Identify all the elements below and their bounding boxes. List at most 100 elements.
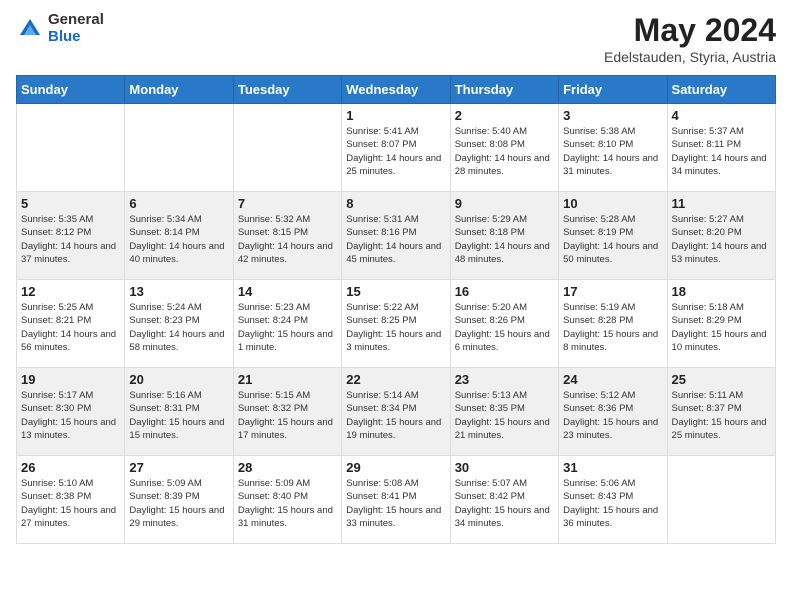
sunset-text: Sunset: 8:31 PM	[129, 403, 199, 414]
sunset-text: Sunset: 8:08 PM	[455, 139, 525, 150]
day-cell: 28 Sunrise: 5:09 AM Sunset: 8:40 PM Dayligh…	[233, 456, 341, 544]
day-cell: 11Sunrise: 5:27 AMSunset: 8:20 PMDayligh…	[667, 192, 775, 280]
day-info: Sunrise: 5:35 AMSunset: 8:12 PMDaylight:…	[21, 213, 120, 266]
day-info: Sunrise: 5:06 AMSunset: 8:43 PMDaylight:…	[563, 477, 662, 530]
sunset-text: Sunset: 8:30 PM	[21, 403, 91, 414]
daylight-text: Daylight: 15 hours and 6 minutes.	[455, 329, 550, 353]
day-info: Sunrise: 5:08 AMSunset: 8:41 PMDaylight:…	[346, 477, 445, 530]
sunrise-text: Sunrise: 5:13 AM	[455, 390, 527, 401]
sunset-text: Sunset: 8:37 PM	[672, 403, 742, 414]
day-info: Sunrise: 5:12 AMSunset: 8:36 PMDaylight:…	[563, 389, 662, 442]
day-cell: 21 Sunrise: 5:15 AMSunset: 8:32 PMDayligh…	[233, 368, 341, 456]
sunrise-text: Sunrise: 5:14 AM	[346, 390, 418, 401]
sunrise-text: Sunrise: 5:37 AM	[672, 126, 744, 137]
sunset-text: Sunset: 8:25 PM	[346, 315, 416, 326]
sunrise-text: Sunrise: 5:40 AM	[455, 126, 527, 137]
week-row-4: 26Sunrise: 5:10 AMSunset: 8:38 PMDayligh…	[17, 456, 776, 544]
daylight-text: Daylight: 15 hours and 36 minutes.	[563, 505, 658, 529]
daylight-text: Daylight: 15 hours and 10 minutes.	[672, 329, 767, 353]
day-cell: 6Sunrise: 5:34 AMSunset: 8:14 PMDaylight…	[125, 192, 233, 280]
sunrise-text: Sunrise: 5:24 AM	[129, 302, 201, 313]
sunset-text: Sunset: 8:35 PM	[455, 403, 525, 414]
day-info: Sunrise: 5:41 AMSunset: 8:07 PMDaylight:…	[346, 125, 445, 178]
header: General Blue May 2024 Edelstauden, Styri…	[16, 12, 776, 65]
col-monday: Monday	[125, 76, 233, 104]
daylight-text: Daylight: 14 hours and 50 minutes.	[563, 241, 658, 265]
day-cell: 4Sunrise: 5:37 AMSunset: 8:11 PMDaylight…	[667, 104, 775, 192]
day-number: 9	[455, 196, 554, 211]
day-cell: 25Sunrise: 5:11 AMSunset: 8:37 PMDayligh…	[667, 368, 775, 456]
day-cell: 19Sunrise: 5:17 AMSunset: 8:30 PMDayligh…	[17, 368, 125, 456]
day-cell: 7Sunrise: 5:32 AMSunset: 8:15 PMDaylight…	[233, 192, 341, 280]
day-number: 24	[563, 372, 662, 387]
day-number: 6	[129, 196, 228, 211]
daylight-text: Daylight: 14 hours and 56 minutes.	[21, 329, 116, 353]
sunrise-text: Sunrise: 5:16 AM	[129, 390, 201, 401]
day-number: 20	[129, 372, 228, 387]
day-number: 16	[455, 284, 554, 299]
day-info: Sunrise: 5:19 AMSunset: 8:28 PMDaylight:…	[563, 301, 662, 354]
day-number: 12	[21, 284, 120, 299]
sunrise-text: Sunrise: 5:28 AM	[563, 214, 635, 225]
week-row-0: 1 Sunrise: 5:41 AMSunset: 8:07 PMDaylight…	[17, 104, 776, 192]
day-number: 21	[238, 372, 337, 387]
daylight-text: Daylight: 15 hours and 15 minutes.	[129, 417, 224, 441]
daylight-text: Daylight: 15 hours and 8 minutes.	[563, 329, 658, 353]
sunrise-text: Sunrise: 5:17 AM	[21, 390, 93, 401]
daylight-text: Daylight: 15 hours and 13 minutes.	[21, 417, 116, 441]
day-cell: 3Sunrise: 5:38 AMSunset: 8:10 PMDaylight…	[559, 104, 667, 192]
sunset-text: Sunset: 8:34 PM	[346, 403, 416, 414]
col-friday: Friday	[559, 76, 667, 104]
day-cell: 13 Sunrise: 5:24 AMSunset: 8:23 PMDayligh…	[125, 280, 233, 368]
daylight-text: Daylight: 15 hours and 19 minutes.	[346, 417, 441, 441]
col-saturday: Saturday	[667, 76, 775, 104]
day-cell: 30Sunrise: 5:07 AMSunset: 8:42 PMDayligh…	[450, 456, 558, 544]
day-cell	[233, 104, 341, 192]
day-cell: 24 Sunrise: 5:12 AMSunset: 8:36 PMDayligh…	[559, 368, 667, 456]
day-cell	[125, 104, 233, 192]
col-thursday: Thursday	[450, 76, 558, 104]
daylight-text: Daylight: 15 hours and 34 minutes.	[455, 505, 550, 529]
week-row-2: 12Sunrise: 5:25 AMSunset: 8:21 PMDayligh…	[17, 280, 776, 368]
day-cell: 10Sunrise: 5:28 AMSunset: 8:19 PMDayligh…	[559, 192, 667, 280]
sunrise-text: Sunrise: 5:32 AM	[238, 214, 310, 225]
sunset-text: Sunset: 8:26 PM	[455, 315, 525, 326]
sunset-text: Sunset: 8:19 PM	[563, 227, 633, 238]
sunrise-text: Sunrise: 5:09 AM	[238, 478, 310, 489]
sunset-text: Sunset: 8:36 PM	[563, 403, 633, 414]
day-number: 5	[21, 196, 120, 211]
daylight-text: Daylight: 15 hours and 31 minutes.	[238, 505, 333, 529]
daylight-text: Daylight: 14 hours and 28 minutes.	[455, 153, 550, 177]
day-info: Sunrise: 5:15 AMSunset: 8:32 PMDaylight:…	[238, 389, 337, 442]
daylight-text: Daylight: 15 hours and 23 minutes.	[563, 417, 658, 441]
day-info: Sunrise: 5:18 AMSunset: 8:29 PMDaylight:…	[672, 301, 771, 354]
day-number: 14	[238, 284, 337, 299]
sunset-text: Sunset: 8:38 PM	[21, 491, 91, 502]
day-number: 23	[455, 372, 554, 387]
day-cell	[17, 104, 125, 192]
calendar-subtitle: Edelstauden, Styria, Austria	[604, 49, 776, 65]
sunrise-text: Sunrise: 5:35 AM	[21, 214, 93, 225]
sunrise-text: Sunrise: 5:29 AM	[455, 214, 527, 225]
sunset-text: Sunset: 8:42 PM	[455, 491, 525, 502]
sunset-text: Sunset: 8:21 PM	[21, 315, 91, 326]
daylight-text: Daylight: 15 hours and 1 minute.	[238, 329, 333, 353]
sunset-text: Sunset: 8:40 PM	[238, 491, 308, 502]
day-number: 22	[346, 372, 445, 387]
sunrise-text: Sunrise: 5:27 AM	[672, 214, 744, 225]
sunset-text: Sunset: 8:41 PM	[346, 491, 416, 502]
day-cell: 15Sunrise: 5:22 AMSunset: 8:25 PMDayligh…	[342, 280, 450, 368]
day-info: Sunrise: 5:17 AM Sunset: 8:30 PM Daylight:…	[21, 389, 120, 442]
day-number: 2	[455, 108, 554, 123]
day-number: 13	[129, 284, 228, 299]
calendar-table: Sunday Monday Tuesday Wednesday Thursday…	[16, 75, 776, 544]
day-number: 28	[238, 460, 337, 475]
day-cell: 2 Sunrise: 5:40 AM Sunset: 8:08 PM Daylight…	[450, 104, 558, 192]
day-info: Sunrise: 5:24 AMSunset: 8:23 PMDaylight:…	[129, 301, 228, 354]
col-tuesday: Tuesday	[233, 76, 341, 104]
daylight-text: Daylight: 15 hours and 17 minutes.	[238, 417, 333, 441]
day-number: 4	[672, 108, 771, 123]
day-number: 1	[346, 108, 445, 123]
day-info: Sunrise: 5:09 AM Sunset: 8:40 PM Daylight:…	[238, 477, 337, 530]
day-number: 17	[563, 284, 662, 299]
